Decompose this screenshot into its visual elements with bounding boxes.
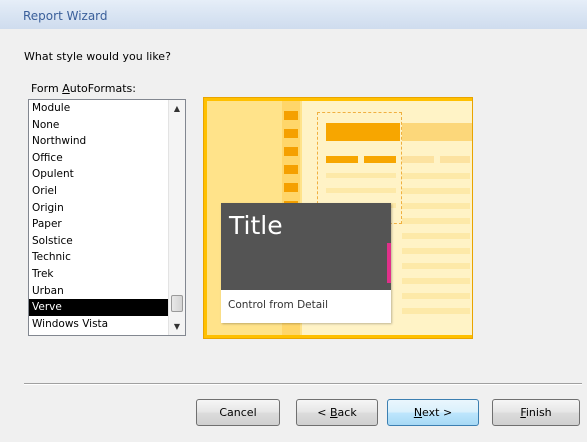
list-item[interactable]: Trek [29,266,168,283]
list-item[interactable]: Oriel [29,183,168,200]
preview-control-label: Control from Detail [228,299,328,311]
scroll-thumb[interactable] [171,295,183,312]
style-question: What style would you like? [24,50,171,63]
separator [24,383,582,385]
list-item[interactable]: Northwind [29,133,168,150]
autoformats-label: Form AutoFormats: [31,82,136,95]
list-item[interactable]: None [29,117,168,134]
list-item[interactable]: Paper [29,216,168,233]
list-item[interactable]: Verve [29,299,168,316]
list-item[interactable]: Origin [29,200,168,217]
title-bar[interactable]: Report Wizard [0,0,587,29]
list-item[interactable]: Office [29,150,168,167]
list-item[interactable]: Module [29,100,168,117]
report-wizard-window: Report Wizard What style would you like?… [0,0,587,442]
cancel-button[interactable]: Cancel [196,399,280,426]
list-item[interactable]: Urban [29,283,168,300]
scroll-down-icon[interactable]: ▼ [169,318,185,335]
preview-title: Title [229,211,283,240]
finish-button[interactable]: Finish [492,399,580,426]
back-button[interactable]: < Back [296,399,378,426]
autoformats-list: Module None Northwind Office Opulent Oriel Ori… [29,100,168,332]
list-item[interactable]: Solstice [29,233,168,250]
window-title: Report Wizard [23,9,108,23]
style-preview: Title Control from Detail [203,97,473,339]
list-item[interactable]: Opulent [29,166,168,183]
list-item[interactable]: Technic [29,249,168,266]
preview-card: Title Control from Detail [221,203,391,323]
autoformats-listbox[interactable]: Module None Northwind Office Opulent Oriel Ori… [28,99,186,336]
listbox-scrollbar[interactable]: ▲ ▼ [168,100,185,335]
list-item[interactable]: Windows Vista [29,316,168,333]
next-button[interactable]: Next > [387,399,479,426]
scroll-up-icon[interactable]: ▲ [169,100,185,117]
